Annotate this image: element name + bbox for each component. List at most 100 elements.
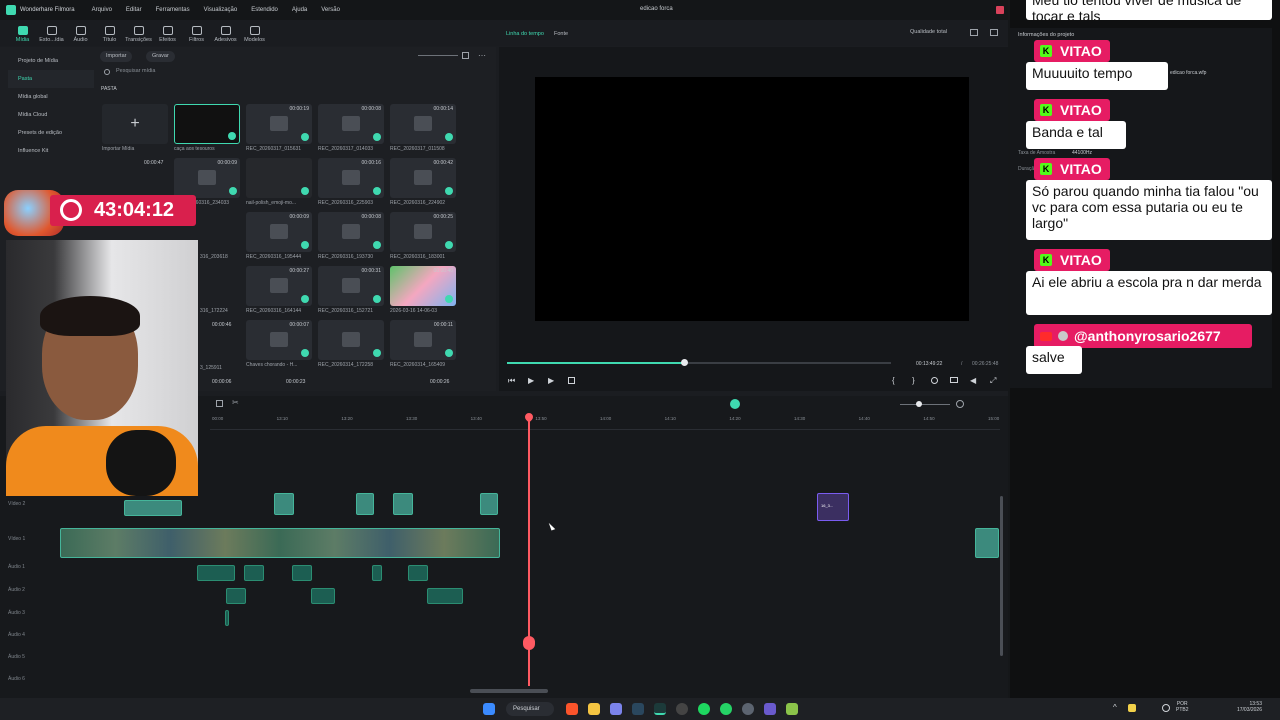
taskbar-search[interactable]: Pesquisar [506, 702, 554, 716]
media-thumbnail[interactable]: 00:00:19 [246, 104, 312, 144]
audio2-clip[interactable] [311, 588, 335, 604]
tab-effects[interactable]: Efeitos [153, 26, 182, 46]
media-thumbnail[interactable]: 00:00:16 [318, 158, 384, 198]
camera-icon[interactable] [950, 377, 958, 383]
purple-clip[interactable]: 16_3... [817, 493, 849, 521]
media-thumbnail[interactable]: 00:00:08 [318, 212, 384, 252]
audio2-clip[interactable] [226, 588, 246, 604]
vertical-scrollbar[interactable] [1000, 496, 1003, 656]
import-media-tile[interactable]: + [102, 104, 168, 144]
zoom-in-icon[interactable] [956, 400, 964, 408]
mark-in-icon[interactable]: { [892, 376, 895, 385]
obs-icon[interactable] [676, 703, 688, 715]
media-thumbnail[interactable]: 00:00:11 [390, 320, 456, 360]
media-thumbnail[interactable]: 00:00:09 [246, 212, 312, 252]
sidebar-item-global-media[interactable]: Mídia global [8, 88, 94, 106]
menu-ferramentas[interactable]: Ferramentas [156, 7, 190, 13]
preview-progress-knob[interactable] [680, 359, 688, 366]
media-thumbnail[interactable]: 00:00:14 [390, 104, 456, 144]
tab-title[interactable]: Título [95, 26, 124, 46]
tab-templates[interactable]: Modelos [240, 26, 269, 46]
media-search-input[interactable]: Pesquisar mídia [116, 68, 486, 74]
menu-visualizacao[interactable]: Visualização [204, 7, 238, 13]
steam-icon[interactable] [632, 703, 644, 715]
tray-icon[interactable] [1128, 704, 1136, 712]
timeline-ruler[interactable] [210, 412, 1000, 430]
sidebar-item-edit-presets[interactable]: Presets de edição [8, 124, 94, 142]
sidebar-item-folder[interactable]: Pasta [8, 70, 94, 88]
media-thumbnail[interactable] [174, 104, 240, 144]
video2-clip[interactable] [393, 493, 413, 515]
tab-transitions[interactable]: Transições [124, 26, 153, 46]
tab-filters[interactable]: Filtros [182, 26, 211, 46]
menu-editar[interactable]: Editar [126, 7, 142, 13]
spotify-icon[interactable] [698, 703, 710, 715]
video2-clip[interactable] [124, 500, 182, 516]
zoom-preview-icon[interactable] [931, 377, 938, 384]
file-explorer-icon[interactable] [588, 703, 600, 715]
timeline-zoom-slider[interactable] [900, 404, 950, 405]
tab-source-preview[interactable]: Fonte [554, 31, 568, 37]
app-icon[interactable] [764, 703, 776, 715]
media-thumbnail[interactable]: 00:00:08 [318, 104, 384, 144]
mark-out-icon[interactable]: } [912, 376, 915, 385]
audio2-clip[interactable] [427, 588, 463, 604]
media-thumbnail[interactable]: 00:00:07 [246, 320, 312, 360]
preview-screen[interactable] [535, 77, 969, 321]
filmora-taskbar-icon[interactable] [654, 703, 666, 715]
video1-clip[interactable] [975, 528, 999, 558]
media-thumbnail[interactable]: 00:00:40 [390, 266, 456, 306]
video2-clip[interactable] [356, 493, 374, 515]
menu-versao[interactable]: Versão [321, 7, 340, 13]
filter-icon[interactable] [462, 52, 469, 59]
zoom-slider[interactable] [418, 55, 458, 56]
sidebar-item-cloud-media[interactable]: Mídia Cloud [8, 106, 94, 124]
import-dropdown[interactable]: Importar [100, 51, 133, 62]
media-thumbnail[interactable]: 00:00:27 [246, 266, 312, 306]
sidebar-item-project-media[interactable]: Projeto de Mídia [8, 52, 94, 70]
quality-dropdown[interactable]: Qualidade total [904, 27, 953, 38]
notes-icon[interactable] [786, 703, 798, 715]
tray-chevron-icon[interactable]: ^ [1113, 703, 1117, 712]
playhead-bottom-handle[interactable] [523, 636, 535, 650]
snapshot-icon[interactable] [970, 29, 978, 36]
tab-stickers[interactable]: Adesivos [211, 26, 240, 46]
media-thumbnail[interactable]: 00:00:31 [318, 266, 384, 306]
teams-icon[interactable] [610, 703, 622, 715]
media-thumbnail[interactable]: 00:00:25 [390, 212, 456, 252]
tab-timeline-preview[interactable]: Linha do tempo [506, 31, 544, 37]
timeline-scrollbar[interactable] [470, 689, 548, 693]
video1-clip-strip[interactable] [60, 528, 500, 558]
play-icon[interactable]: ▶ [548, 376, 554, 385]
menu-estendido[interactable]: Estendido [251, 7, 278, 13]
gift-icon[interactable] [996, 6, 1004, 14]
tab-audio[interactable]: Áudio [66, 26, 95, 46]
media-thumbnail[interactable] [318, 320, 384, 360]
volume-icon[interactable]: ◀ [970, 376, 976, 385]
settings-icon[interactable] [742, 703, 754, 715]
record-dropdown[interactable]: Gravar [146, 51, 175, 62]
audio1-clip[interactable] [244, 565, 264, 581]
language-indicator[interactable]: POR PTB2 [1176, 701, 1189, 713]
audio1-clip[interactable] [197, 565, 235, 581]
video2-clip[interactable] [480, 493, 498, 515]
system-clock[interactable]: 13:53 17/03/2026 [1226, 701, 1262, 713]
menu-arquivo[interactable]: Arquivo [92, 7, 112, 13]
ai-tools-icon[interactable] [730, 399, 740, 409]
brave-icon[interactable] [566, 703, 578, 715]
cut-icon[interactable]: ✂ [232, 398, 239, 407]
expand-icon[interactable]: ⤢ [990, 376, 996, 386]
windows-start-icon[interactable] [483, 703, 495, 715]
menu-ajuda[interactable]: Ajuda [292, 7, 307, 13]
play-back-icon[interactable]: ▶ [528, 376, 534, 385]
more-icon[interactable]: ⋯ [478, 51, 486, 60]
whatsapp-icon[interactable] [720, 703, 732, 715]
audio1-clip[interactable] [408, 565, 428, 581]
undo-icon[interactable] [216, 400, 223, 407]
tab-media[interactable]: Mídia [8, 26, 37, 46]
tab-stock-media[interactable]: Esto...ídia [37, 26, 66, 46]
fullscreen-icon[interactable] [990, 29, 998, 36]
video2-clip[interactable] [274, 493, 294, 515]
audio3-clip[interactable] [225, 610, 229, 626]
timeline-zoom-knob[interactable] [916, 401, 922, 407]
